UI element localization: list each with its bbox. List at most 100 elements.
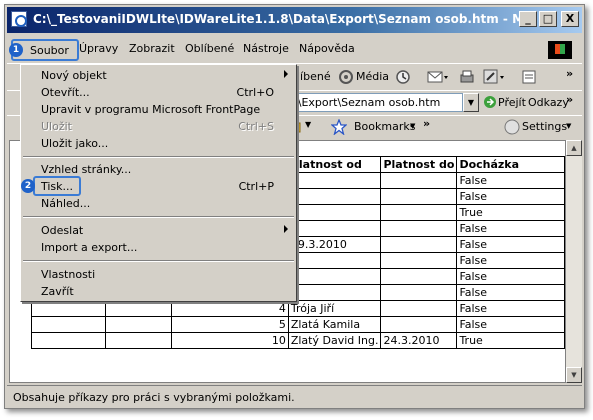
table-cell [380,284,458,301]
settings-button[interactable]: Settings [522,120,567,133]
minimize-button[interactable]: _ [519,11,537,27]
bookmarks-button[interactable]: Bookmarks [354,120,415,133]
menu-separator [23,156,294,158]
table-cell: False [456,252,565,269]
links-more-chevron[interactable]: » [566,93,573,106]
table-cell [380,188,458,205]
table-header: Platnost do [380,156,458,173]
menu-item-zavrit[interactable]: Zavřít [23,283,294,300]
scroll-down-button[interactable]: ▼ [566,367,582,383]
table-cell [30,332,107,349]
table-cell: 24.3.2010 [380,332,458,349]
menu-item-import-export[interactable]: Import a export... [23,239,294,256]
menu-oblibene[interactable]: Oblíbené [185,42,234,55]
table-cell: Trója Jiří [287,300,382,317]
settings-dropdown-arrow[interactable]: ▼ [566,122,571,130]
table-cell [380,252,458,269]
submenu-arrow-icon [284,70,288,78]
bookmarks-dropdown-arrow[interactable]: ▼ [410,122,415,130]
menu-nastroje[interactable]: Nástroje [243,42,289,55]
window-title: C:\_TestovaniIDWLIte\IDWareLite1.1.8\Dat… [33,12,523,26]
table-cell [380,300,458,317]
media-button[interactable]: Média [356,70,389,83]
menu-item-ulozit[interactable]: Uložit Ctrl+S [23,118,294,135]
table-cell [287,284,382,301]
mail-icon[interactable] [427,69,448,85]
table-cell [380,268,458,285]
menu-item-odeslat[interactable]: Odeslat [23,222,294,239]
address-dropdown-button[interactable]: ▼ [463,93,479,112]
menu-item-ulozit-jako[interactable]: Uložit jako... [23,135,294,152]
file-menu-dropdown: Nový objekt Otevřít... Ctrl+O Upravit v … [20,64,297,302]
table-header: Platnost od [287,156,382,173]
menu-soubor-label: Soubor [30,44,69,57]
menu-item-otevrit[interactable]: Otevřít... Ctrl+O [23,84,294,101]
table-cell [380,316,458,333]
menu-item-novy-objekt[interactable]: Nový objekt [23,67,294,84]
step-badge-1: 1 [9,43,23,57]
history-icon[interactable] [395,69,411,85]
table-cell [105,332,173,349]
windows-logo-icon [548,41,572,59]
close-button[interactable]: X [561,11,579,27]
status-bar: Obsahuje příkazy pro práci s vybranými p… [7,385,582,407]
menu-zobrazit[interactable]: Zobrazit [129,42,175,55]
discuss-icon[interactable] [521,69,537,85]
table-cell [380,236,458,253]
table-row: 5 Zlatá Kamila False [30,316,565,333]
table-cell [287,268,382,285]
title-bar[interactable]: C:\_TestovaniIDWLIte\IDWareLite1.1.8\Dat… [7,7,582,33]
table-cell: False [456,188,565,205]
menu-upravy[interactable]: Úpravy [79,42,118,55]
table-cell: False [456,220,565,237]
table-cell: False [456,316,565,333]
bookmark-star-icon[interactable] [330,118,348,136]
table-cell: True [456,332,565,349]
table-cell: 19.3.2010 [287,236,382,253]
table-cell [287,220,382,237]
go-button[interactable]: Přejít [498,96,526,109]
table-header: Docházka [456,156,565,173]
table-cell [30,316,107,333]
table-cell: Zlatá Kamila [287,316,382,333]
table-cell [380,204,458,221]
table-cell [105,316,173,333]
browser-window: C:\_TestovaniIDWLIte\IDWareLite1.1.8\Dat… [4,4,585,409]
table-cell [287,172,382,189]
media-icon[interactable] [338,69,354,85]
menu-item-upravit-frontpage[interactable]: Upravit v programu Microsoft FrontPage [23,101,294,118]
vertical-scrollbar[interactable]: ▲ ▼ [566,140,582,383]
step-badge-2: 2 [21,179,35,193]
toolbar3-dropdown-arrow[interactable]: ▼ [305,120,311,129]
toolbar-more-chevron[interactable]: » [566,67,573,80]
links-button[interactable]: Odkazy [528,96,569,109]
table-cell [380,172,458,189]
table-cell [105,300,173,317]
menu-separator [23,260,294,262]
table-cell [287,252,382,269]
go-arrow-icon[interactable] [483,95,499,111]
maximize-button[interactable]: □ [539,11,557,27]
address-input[interactable]: a\Export\Seznam osob.htm [287,93,463,112]
print-icon[interactable] [459,69,475,85]
scroll-up-button[interactable]: ▲ [566,140,582,156]
menu-item-nahled[interactable]: Náhled... [23,195,294,212]
table-cell: False [456,268,565,285]
menu-napoveda[interactable]: Nápověda [299,42,355,55]
ie-page-icon [11,11,27,27]
table-cell [287,204,382,221]
toolbar3-more-chevron[interactable]: » [423,117,430,130]
menu-bar: Soubor 1 Úpravy Zobrazit Oblíbené Nástro… [7,37,582,63]
table-cell [30,300,107,317]
table-cell: False [456,236,565,253]
table-cell: 4 [171,300,289,317]
submenu-arrow-icon [284,225,288,233]
settings-icon[interactable] [504,119,520,135]
table-row: 4 Trója Jiří False [30,300,565,317]
table-cell: Zlatý David Ing. [287,332,382,349]
edit-icon[interactable] [483,69,504,85]
menu-item-vlastnosti[interactable]: Vlastnosti [23,266,294,283]
table-row: 10 Zlatý David Ing. 24.3.2010 True [30,332,565,349]
table-cell [380,220,458,237]
table-cell: False [456,300,565,317]
